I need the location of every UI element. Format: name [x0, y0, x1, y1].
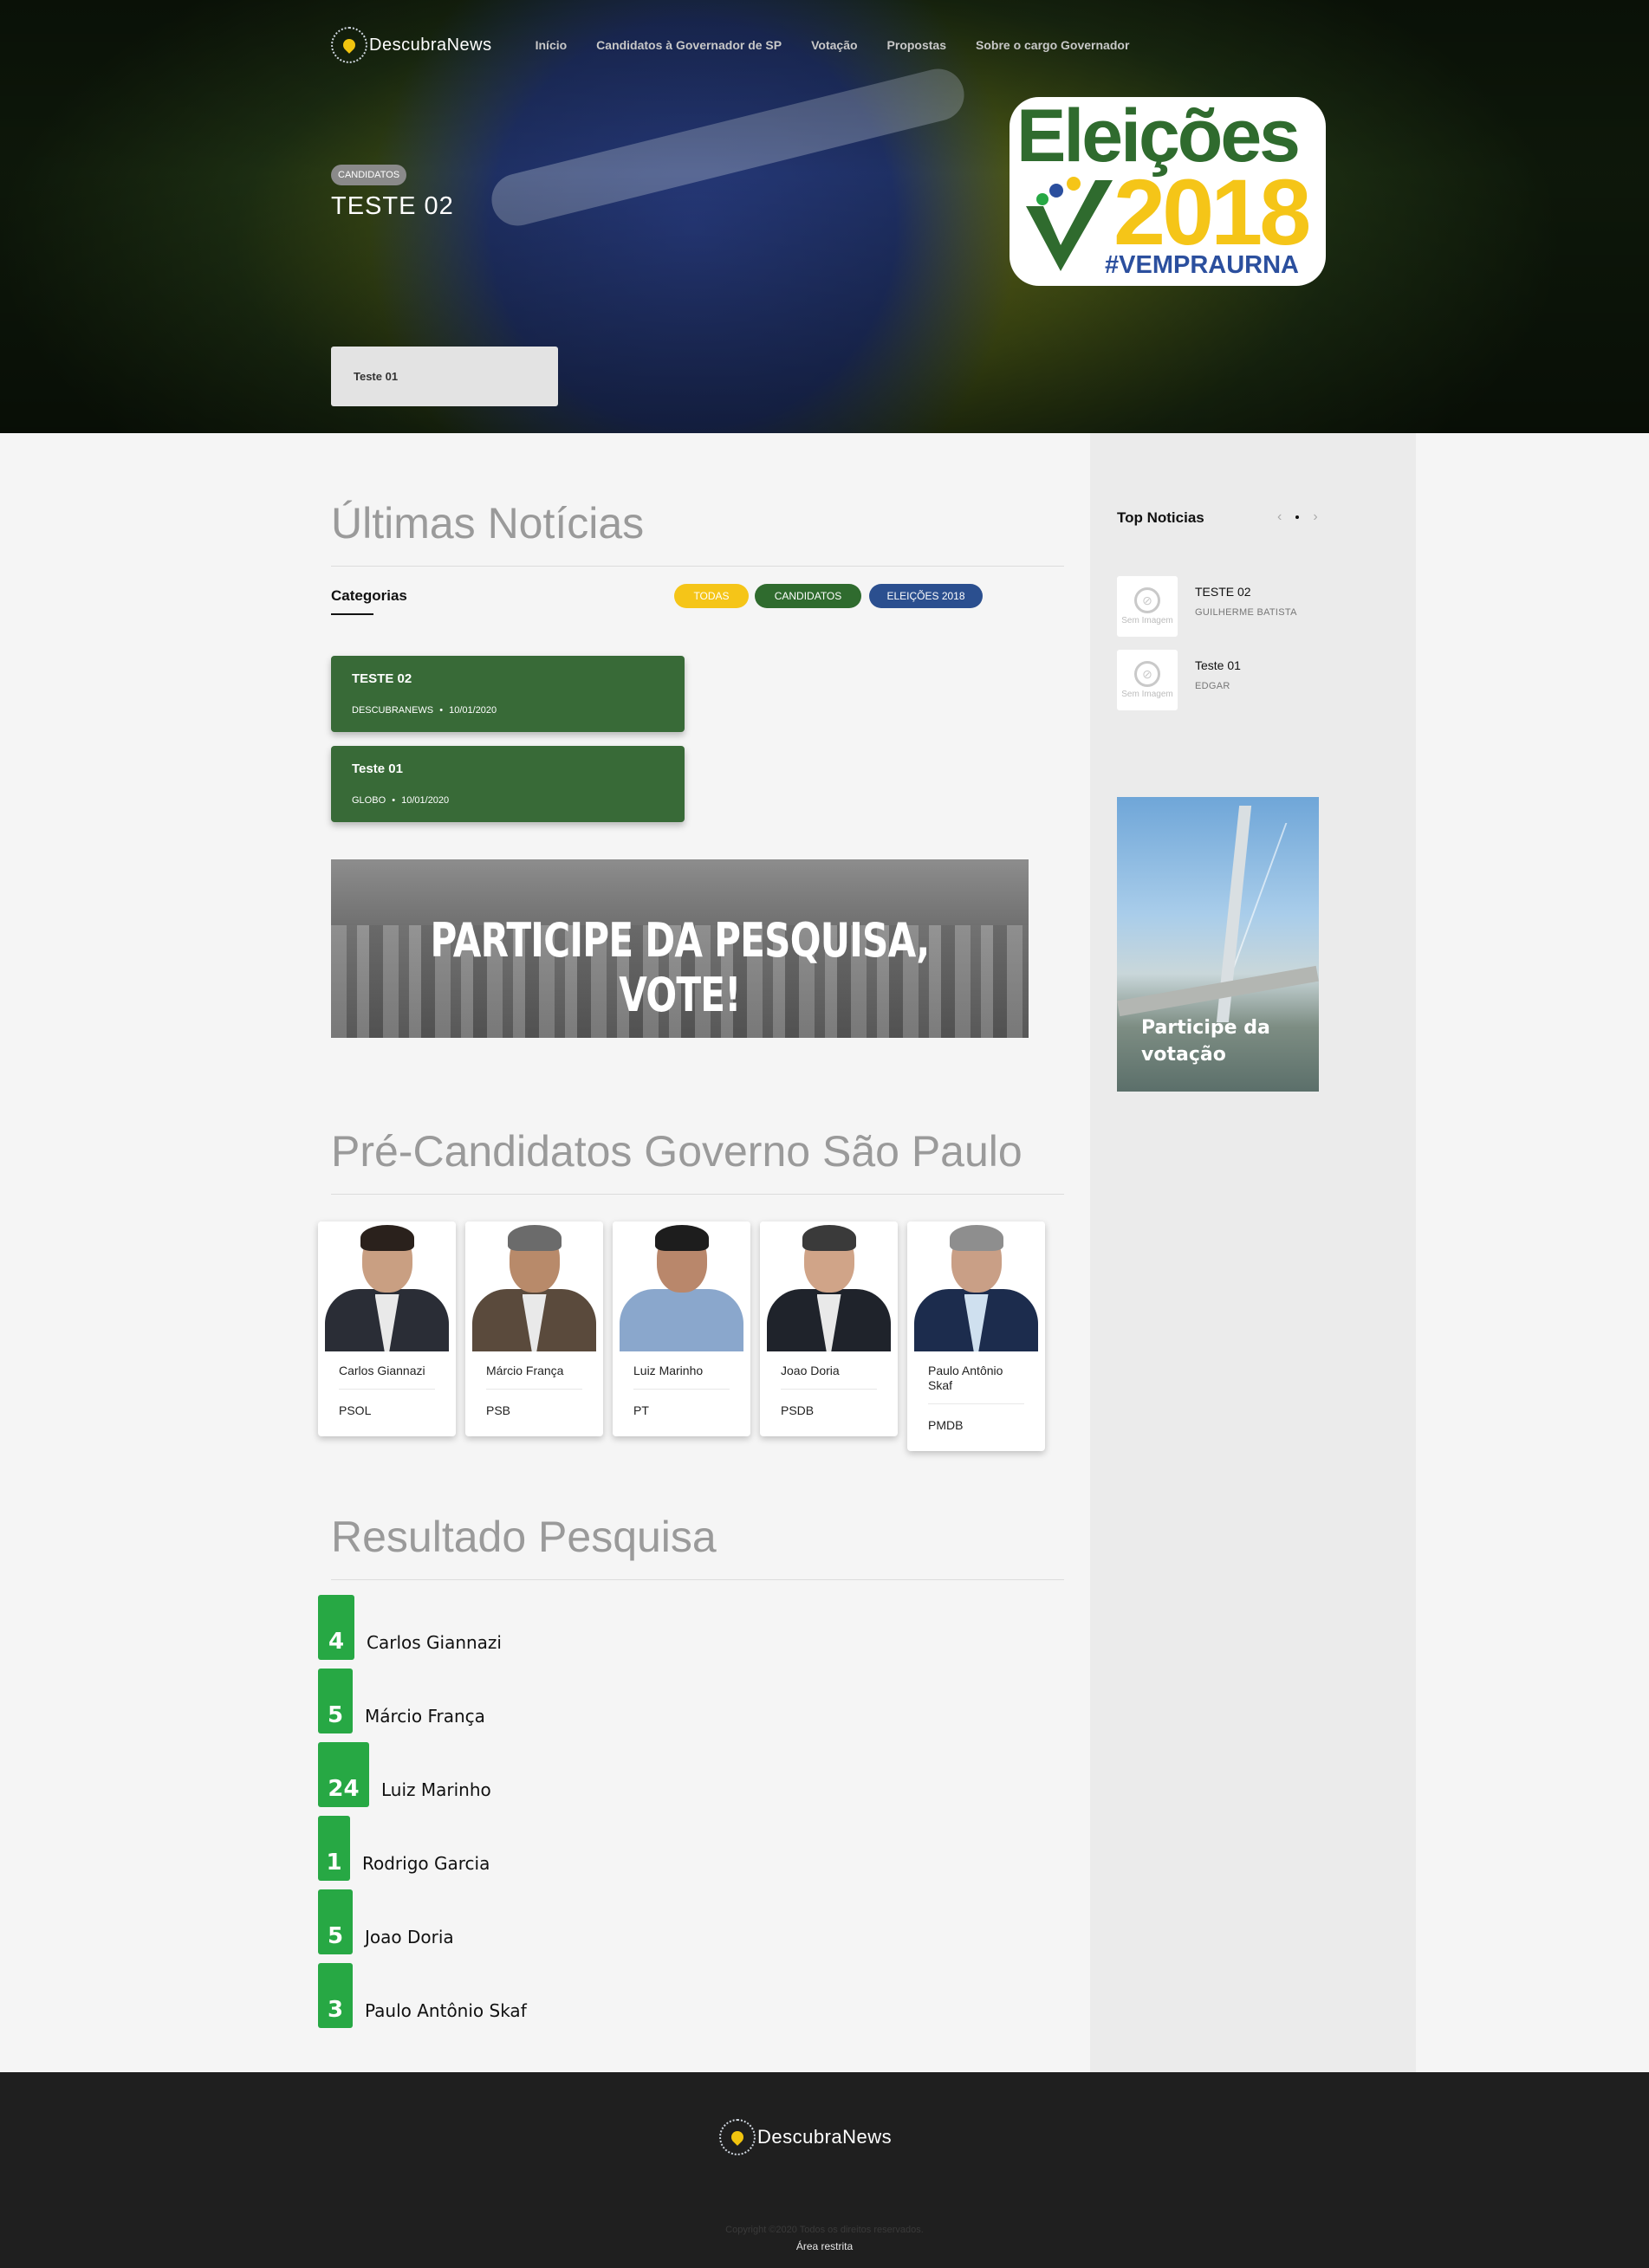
news-date: 10/01/2020 — [449, 705, 497, 716]
candidate-photo — [613, 1221, 750, 1351]
candidate-card[interactable]: Carlos Giannazi PSOL — [318, 1221, 456, 1436]
hero-next-card[interactable]: Teste 01 — [331, 347, 558, 406]
candidate-name: Luiz Marinho — [633, 1364, 704, 1377]
vote-banner[interactable]: Participe da votação — [1117, 797, 1319, 1092]
top-news-item-author: EDGAR — [1195, 681, 1230, 691]
result-row: 24 Luiz Marinho — [318, 1742, 491, 1807]
vote-count: 5 — [318, 1889, 353, 1954]
top-news-title: Top Noticias — [1117, 509, 1204, 526]
candidate-party: PT — [633, 1403, 649, 1417]
site-logo[interactable]: DescubraNews — [331, 27, 492, 63]
nav-candidatos[interactable]: Candidatos à Governador de SP — [596, 38, 782, 52]
news-source: DESCUBRANEWS — [352, 705, 434, 716]
footer: DescubraNews Copyright ©2020 Todos os di… — [0, 2072, 1649, 2268]
news-section-title: Últimas Notícias — [331, 499, 645, 548]
top-news-item-author: GUILHERME BATISTA — [1195, 607, 1297, 618]
logo-text: DescubraNews — [369, 35, 492, 55]
candidates-section-title: Pré-Candidatos Governo São Paulo — [331, 1127, 1023, 1176]
candidate-photo — [318, 1221, 456, 1351]
top-news-item-title: Teste 01 — [1195, 658, 1241, 672]
candidate-party: PSDB — [781, 1403, 815, 1417]
top-nav: DescubraNews Início Candidatos à Governa… — [331, 19, 1159, 71]
nav-propostas[interactable]: Propostas — [887, 38, 946, 52]
vote-count: 5 — [318, 1669, 353, 1733]
footer-logo-text: DescubraNews — [757, 2126, 893, 2148]
vote-count: 3 — [318, 1963, 353, 2028]
check-icon — [1026, 177, 1113, 271]
filter-candidatos[interactable]: CANDIDATOS — [755, 584, 861, 608]
candidate-card[interactable]: Luiz Marinho PT — [613, 1221, 750, 1436]
candidate-name: Márcio França — [486, 1364, 564, 1377]
vote-count: 1 — [318, 1816, 350, 1881]
divider — [331, 566, 1064, 567]
restricted-area-link[interactable]: Área restrita — [0, 2240, 1649, 2252]
divider — [331, 1579, 1064, 1580]
candidate-card[interactable]: Joao Doria PSDB — [760, 1221, 898, 1436]
news-title: Teste 01 — [352, 761, 403, 776]
candidate-photo — [760, 1221, 898, 1351]
news-source: GLOBO — [352, 795, 386, 806]
candidate-name: Joao Doria — [781, 1364, 840, 1377]
copyright-text: Copyright ©2020 Todos os direitos reserv… — [725, 2225, 924, 2235]
nav-votacao[interactable]: Votação — [811, 38, 857, 52]
top-news-item[interactable]: ⊘ Sem Imagem Teste 01 EDGAR — [1117, 650, 1377, 710]
hero-title[interactable]: TESTE 02 — [331, 192, 454, 221]
top-news-pager: ‹ › — [1277, 509, 1318, 525]
result-row: 5 Márcio França — [318, 1669, 485, 1733]
footer-logo[interactable]: DescubraNews — [719, 2119, 892, 2155]
chevron-left-icon[interactable]: ‹ — [1277, 509, 1282, 525]
poll-banner-text: PARTICIPE DA PESQUISA, VOTE! — [430, 913, 931, 1022]
no-image-icon: ⊘ — [1134, 661, 1160, 687]
vote-count: 24 — [318, 1742, 369, 1807]
vote-banner-text: Participe da votação — [1141, 1017, 1270, 1066]
news-meta: GLOBO • 10/01/2020 — [352, 795, 450, 806]
hero-category-badge[interactable]: CANDIDATOS — [331, 165, 407, 185]
news-title: TESTE 02 — [352, 671, 412, 686]
result-row: 3 Paulo Antônio Skaf — [318, 1963, 527, 2028]
candidate-party: PMDB — [928, 1417, 964, 1432]
result-name: Carlos Giannazi — [367, 1632, 502, 1653]
result-name: Rodrigo Garcia — [362, 1853, 490, 1874]
candidate-name: Paulo Antônio Skaf — [928, 1364, 1003, 1392]
vote-count: 4 — [318, 1595, 354, 1660]
result-name: Joao Doria — [365, 1927, 454, 1947]
filter-eleicoes-2018[interactable]: ELEIÇÕES 2018 — [869, 584, 983, 608]
results-section-title: Resultado Pesquisa — [331, 1513, 717, 1561]
no-image-icon: ⊘ — [1134, 587, 1160, 613]
result-name: Paulo Antônio Skaf — [365, 2000, 527, 2021]
no-image-thumbnail: ⊘ Sem Imagem — [1117, 650, 1178, 710]
top-news-item-title: TESTE 02 — [1195, 585, 1251, 599]
categories-row: Categorias TODAS CANDIDATOS ELEIÇÕES 201… — [331, 582, 1064, 617]
candidate-name: Carlos Giannazi — [339, 1364, 425, 1377]
news-card[interactable]: TESTE 02 DESCUBRANEWS • 10/01/2020 — [331, 656, 685, 732]
candidate-card[interactable]: Márcio França PSB — [465, 1221, 603, 1436]
filter-todas[interactable]: TODAS — [674, 584, 749, 608]
categories-label: Categorias — [331, 587, 407, 604]
pager-dot[interactable] — [1295, 515, 1300, 519]
candidate-photo — [907, 1221, 1045, 1351]
result-row: 1 Rodrigo Garcia — [318, 1816, 490, 1881]
logo-icon — [331, 27, 367, 63]
result-row: 5 Joao Doria — [318, 1889, 454, 1954]
news-card[interactable]: Teste 01 GLOBO • 10/01/2020 — [331, 746, 685, 822]
no-image-thumbnail: ⊘ Sem Imagem — [1117, 576, 1178, 637]
result-name: Márcio França — [365, 1706, 485, 1727]
eleicoes-2018-logo: Eleições 2018 #VEMPRAURNA — [1010, 94, 1326, 286]
chevron-right-icon[interactable]: › — [1313, 509, 1317, 525]
news-date: 10/01/2020 — [401, 795, 450, 806]
candidate-photo — [465, 1221, 603, 1351]
top-news-item[interactable]: ⊘ Sem Imagem TESTE 02 GUILHERME BATISTA — [1117, 576, 1377, 637]
logo-icon — [719, 2119, 756, 2155]
candidate-party: PSB — [486, 1403, 511, 1417]
result-name: Luiz Marinho — [381, 1779, 491, 1800]
divider — [331, 1194, 1064, 1195]
candidate-party: PSOL — [339, 1403, 372, 1417]
news-meta: DESCUBRANEWS • 10/01/2020 — [352, 705, 497, 716]
poll-banner[interactable]: PARTICIPE DA PESQUISA, VOTE! — [331, 859, 1029, 1038]
candidate-card[interactable]: Paulo Antônio Skaf PMDB — [907, 1221, 1045, 1451]
result-row: 4 Carlos Giannazi — [318, 1595, 502, 1660]
nav-links: Início Candidatos à Governador de SP Vot… — [536, 38, 1159, 52]
nav-inicio[interactable]: Início — [536, 38, 568, 52]
nav-sobre[interactable]: Sobre o cargo Governador — [976, 38, 1129, 52]
